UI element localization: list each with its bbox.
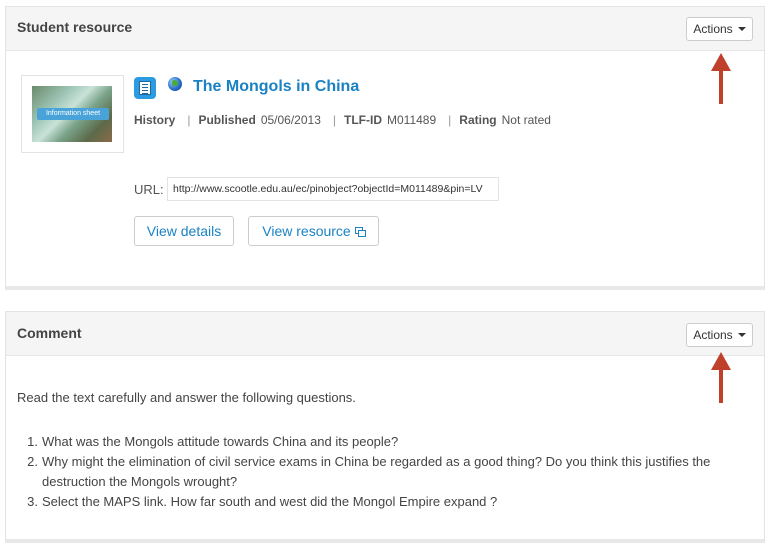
separator: |	[448, 113, 452, 127]
question-number: 3.	[27, 494, 38, 509]
panel-header: Comment Actions	[6, 312, 764, 356]
rating-value: Not rated	[501, 113, 551, 127]
globe-icon	[168, 77, 182, 91]
comment-intro: Read the text carefully and answer the f…	[17, 390, 356, 405]
view-resource-button[interactable]: View resource	[248, 216, 379, 246]
rating-label: Rating	[459, 113, 497, 127]
question-number: 1.	[27, 434, 38, 449]
tlf-id-label: TLF-ID	[344, 113, 382, 127]
panel-title: Student resource	[17, 19, 133, 35]
subject: History	[134, 113, 176, 127]
actions-dropdown-button[interactable]: Actions	[686, 17, 753, 41]
separator: |	[187, 113, 191, 127]
caret-down-icon	[737, 27, 746, 31]
tlf-id-value: M011489	[387, 113, 437, 127]
resource-metadata: History | Published 05/06/2013 | TLF-ID …	[134, 113, 551, 127]
thumbnail-image: Information sheet	[32, 86, 112, 142]
list-item: 3. Select the MAPS link. How far south a…	[17, 492, 757, 512]
url-label: URL:	[134, 182, 164, 197]
panel-title: Comment	[17, 325, 82, 341]
caret-down-icon	[737, 333, 746, 337]
actions-label: Actions	[693, 22, 733, 36]
published-label: Published	[198, 113, 256, 127]
actions-dropdown-button[interactable]: Actions	[686, 323, 753, 347]
question-text: Why might the elimination of civil servi…	[42, 454, 711, 489]
list-item: 2. Why might the elimination of civil se…	[17, 452, 757, 492]
resource-title-link[interactable]: The Mongols in China	[193, 78, 359, 96]
panel-header: Student resource Actions	[6, 7, 764, 51]
question-text: Select the MAPS link. How far south and …	[42, 494, 498, 509]
external-window-icon	[354, 226, 366, 237]
document-icon	[134, 77, 156, 99]
question-number: 2.	[27, 454, 38, 469]
question-text: What was the Mongols attitude towards Ch…	[42, 434, 399, 449]
view-resource-label: View resource	[262, 223, 351, 239]
comment-panel: Comment Actions Read the text carefully …	[5, 311, 765, 543]
question-list: 1. What was the Mongols attitude towards…	[17, 432, 757, 512]
annotation-arrow-up-icon	[711, 352, 731, 403]
annotation-arrow-up-icon	[711, 53, 731, 104]
thumbnail-label: Information sheet	[37, 108, 109, 120]
separator: |	[332, 113, 336, 127]
list-item: 1. What was the Mongols attitude towards…	[17, 432, 757, 452]
url-field[interactable]	[167, 177, 499, 201]
published-date: 05/06/2013	[260, 113, 321, 127]
view-details-button[interactable]: View details	[134, 216, 234, 246]
actions-label: Actions	[693, 328, 733, 342]
resource-thumbnail[interactable]: Information sheet	[21, 75, 124, 153]
